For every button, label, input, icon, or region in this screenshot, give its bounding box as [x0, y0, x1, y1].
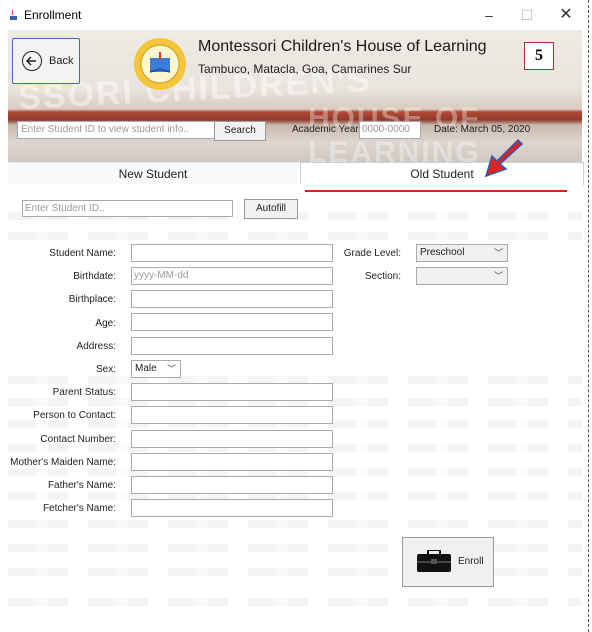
contact-number-field[interactable] [131, 430, 333, 448]
grade-level-dropdown[interactable]: Preschool ﹀ [416, 244, 508, 262]
grade-level-label: Grade Level: [343, 248, 401, 259]
person-to-contact-label: Person to Contact: [33, 410, 116, 421]
birthplace-field[interactable] [131, 290, 333, 308]
briefcase-icon [417, 550, 451, 572]
annotation-underline [305, 190, 567, 192]
annotation-arrow-icon [484, 138, 524, 178]
section-label: Section: [364, 271, 401, 282]
person-to-contact-field[interactable] [131, 406, 333, 424]
fathers-name-label: Father's Name: [47, 480, 116, 491]
student-id-input[interactable]: Enter Student ID.. [22, 200, 233, 217]
student-search-input[interactable]: Enter Student ID to view student info.. [17, 121, 215, 139]
school-name: Montessori Children's House of Learning [198, 38, 487, 55]
search-button[interactable]: Search [214, 121, 266, 141]
student-name-label: Student Name: [49, 248, 116, 259]
school-address: Tambuco, Matacla, Goa, Camarines Sur [198, 62, 412, 76]
fetchers-name-field[interactable] [131, 499, 333, 517]
birthplace-label: Birthplace: [68, 294, 116, 305]
section-dropdown[interactable]: ﹀ [416, 267, 508, 285]
sex-dropdown-value: Male [135, 363, 157, 374]
enroll-button-label: Enroll [458, 556, 484, 567]
page-number-badge: 5 [524, 42, 554, 70]
date-label: Date: March 05, 2020 [434, 124, 531, 135]
background-stripe [8, 232, 582, 240]
grade-level-value: Preschool [420, 247, 465, 258]
close-button[interactable]: ✕ [552, 4, 580, 26]
student-name-field[interactable] [131, 244, 333, 262]
tab-old-student[interactable]: Old Student [300, 162, 584, 185]
birthdate-field[interactable]: yyyy-MM-dd [131, 267, 333, 285]
chevron-down-icon: ﹀ [166, 364, 176, 374]
parent-status-label: Parent Status: [52, 387, 116, 398]
age-label: Age: [95, 318, 116, 329]
fetchers-name-label: Fetcher's Name: [42, 503, 116, 514]
school-logo-icon [134, 38, 186, 90]
academic-year-input[interactable]: 0000-0000 [359, 121, 421, 139]
window-border [588, 0, 589, 632]
maximize-button[interactable]: ☐ [513, 4, 541, 26]
mothers-maiden-name-field[interactable] [131, 453, 333, 471]
enroll-button[interactable]: Enroll [402, 537, 494, 587]
sex-label: Sex: [95, 364, 116, 375]
tab-new-student[interactable]: New Student [8, 162, 298, 185]
java-cup-icon [10, 9, 17, 20]
back-arrow-icon [22, 51, 42, 71]
chevron-down-icon: ﹀ [493, 271, 503, 281]
contact-number-label: Contact Number: [40, 434, 116, 445]
academic-year-label: Academic Year: [292, 124, 362, 135]
fathers-name-field[interactable] [131, 476, 333, 494]
window-title: Enrollment [24, 8, 82, 22]
minimize-button[interactable]: – [475, 4, 503, 26]
address-field[interactable] [131, 337, 333, 355]
back-button-label: Back [49, 55, 74, 67]
back-button[interactable]: Back [12, 38, 80, 84]
background-stripe [8, 544, 582, 552]
mothers-maiden-name-label: Mother's Maiden Name: [10, 457, 116, 468]
address-label: Address: [76, 341, 116, 352]
birthdate-label: Birthdate: [73, 271, 116, 282]
autofill-button[interactable]: Autofill [244, 199, 298, 219]
window-titlebar: Enrollment – ☐ ✕ [0, 0, 592, 30]
background-stripe [8, 520, 582, 528]
background-stripe [8, 598, 582, 606]
chevron-down-icon: ﹀ [493, 248, 503, 258]
sex-dropdown[interactable]: Male ﹀ [131, 360, 181, 378]
background-stripe [8, 568, 582, 576]
age-field[interactable] [131, 313, 333, 331]
parent-status-field[interactable] [131, 383, 333, 401]
